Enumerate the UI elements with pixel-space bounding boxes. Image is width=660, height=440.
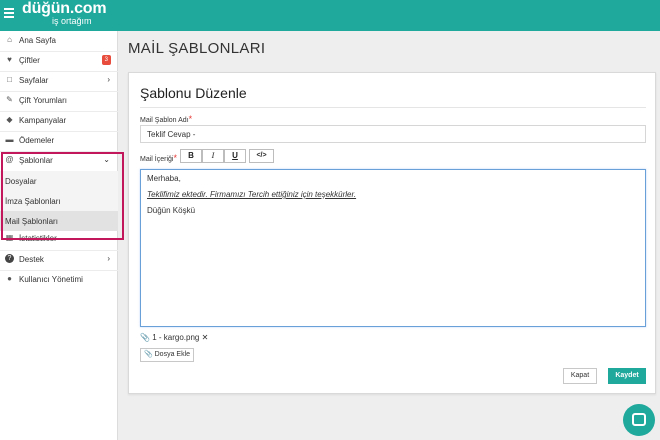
- underline-button[interactable]: U: [224, 149, 246, 163]
- page-title: MAİL ŞABLONLARI: [128, 40, 266, 57]
- edit-template-card: Şablonu Düzenle Mail Şablon Adı* Teklif …: [128, 72, 656, 394]
- required-asterisk: *: [173, 153, 177, 163]
- editor-line: Teklifimiz ektedir. Firmamızı Tercih ett…: [147, 190, 357, 199]
- question-icon: ?: [5, 254, 14, 263]
- users-icon: ●: [7, 274, 12, 283]
- add-file-button[interactable]: 📎 Dosya Ekle: [140, 348, 194, 362]
- top-bar: düğün.com iş ortağım: [0, 0, 660, 31]
- chat-widget-button[interactable]: [623, 404, 655, 436]
- sidebar-item-label: Ana Sayfa: [19, 36, 56, 45]
- mail-content-editor[interactable]: Merhaba, Teklifimiz ektedir. Firmamızı T…: [140, 169, 646, 327]
- sidebar-item-odemeler[interactable]: ▬ Ödemeler: [0, 131, 118, 151]
- save-button[interactable]: Kaydet: [608, 368, 646, 384]
- sidebar-item-kampanyalar[interactable]: ◆ Kampanyalar: [0, 111, 118, 131]
- sidebar-item-ciftler[interactable]: ♥ Çiftler 3: [0, 51, 118, 71]
- heart-icon: ♥: [7, 55, 12, 64]
- remove-attachment-icon[interactable]: ✕: [202, 333, 209, 342]
- sidebar-item-label: Kullanıcı Yönetimi: [19, 275, 83, 284]
- attachment-item: 📎 1 - kargo.png ✕: [140, 333, 208, 342]
- sidebar-item-label: Sayfalar: [19, 76, 49, 85]
- highlight-annotation-box: [1, 152, 124, 240]
- mail-content-label: Mail İçeriği*: [140, 153, 177, 163]
- divider: [140, 107, 646, 108]
- monitor-icon: □: [7, 75, 12, 84]
- comments-icon: ✎: [6, 95, 13, 104]
- code-view-button[interactable]: </>: [249, 149, 274, 163]
- card-title: Şablonu Düzenle: [140, 85, 247, 101]
- sidebar-item-sayfalar[interactable]: □ Sayfalar ›: [0, 71, 118, 91]
- template-name-input[interactable]: Teklif Cevap -: [140, 125, 646, 143]
- editor-line: Merhaba,: [147, 174, 181, 183]
- menu-icon[interactable]: [4, 8, 14, 18]
- paperclip-icon: 📎: [140, 333, 150, 342]
- editor-line: Düğün Köşkü: [147, 206, 196, 215]
- sidebar-item-label: Ödemeler: [19, 136, 55, 145]
- tags-icon: ◆: [6, 115, 13, 124]
- attachment-filename[interactable]: 1 - kargo.png: [152, 333, 199, 342]
- add-file-label: Dosya Ekle: [154, 351, 191, 358]
- sidebar-item-label: Çift Yorumları: [19, 96, 68, 105]
- sidebar-item-destek[interactable]: ? Destek ›: [0, 250, 118, 270]
- sidebar-item-ana-sayfa[interactable]: ⌂ Ana Sayfa: [0, 31, 118, 51]
- template-name-label: Mail Şablon Adı*: [140, 114, 193, 124]
- chevron-right-icon: ›: [107, 75, 110, 84]
- count-badge: 3: [101, 55, 111, 65]
- chevron-right-icon: ›: [107, 254, 110, 263]
- required-asterisk: *: [188, 114, 193, 124]
- italic-button[interactable]: I: [202, 149, 224, 163]
- paperclip-icon: 📎: [143, 351, 153, 358]
- sidebar-item-cift-yorumlari[interactable]: ✎ Çift Yorumları: [0, 91, 118, 111]
- chat-icon: [632, 413, 646, 426]
- brand-logo[interactable]: düğün.com: [22, 1, 107, 17]
- sidebar-item-label: Çiftler: [19, 56, 40, 65]
- home-icon: ⌂: [7, 35, 12, 44]
- brand-subtitle: iş ortağım: [52, 16, 92, 26]
- credit-card-icon: ▬: [5, 135, 14, 144]
- sidebar-item-label: Destek: [19, 255, 44, 264]
- sidebar-item-kullanici-yonetimi[interactable]: ● Kullanıcı Yönetimi: [0, 270, 118, 290]
- close-button[interactable]: Kapat: [563, 368, 597, 384]
- sidebar-item-label: Kampanyalar: [19, 116, 67, 125]
- bold-button[interactable]: B: [180, 149, 202, 163]
